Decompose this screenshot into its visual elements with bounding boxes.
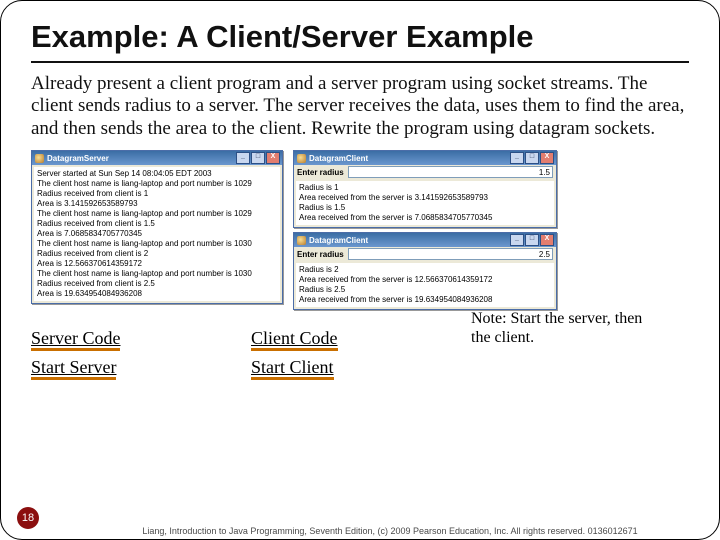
start-server-link[interactable]: Start Server xyxy=(31,358,116,380)
log-line: The client host name is liang-laptop and… xyxy=(37,209,277,219)
client2-log: Radius is 2 Area received from the serve… xyxy=(296,263,554,307)
log-line: Radius received from client is 1.5 xyxy=(37,219,277,229)
maximize-button[interactable]: □ xyxy=(525,152,539,164)
log-line: Radius received from client is 2.5 xyxy=(37,279,277,289)
server-window: DatagramServer _ □ X Server started at S… xyxy=(31,150,283,304)
links-area: Server Code Client Code Start Server Sta… xyxy=(31,310,689,380)
log-line: Area is 19.634954084936208 xyxy=(37,289,277,299)
log-line: Area received from the server is 7.06858… xyxy=(299,213,551,223)
log-line: Radius is 1.5 xyxy=(299,203,551,213)
radius-label: Enter radius xyxy=(297,168,344,177)
client1-window: DatagramClient _ □ X Enter radius Radius… xyxy=(293,150,557,228)
log-line: Radius received from client is 1 xyxy=(37,189,277,199)
slide-title: Example: A Client/Server Example xyxy=(31,19,689,55)
start-client-link[interactable]: Start Client xyxy=(251,358,334,380)
log-line: The client host name is liang-laptop and… xyxy=(37,269,277,279)
screenshots-row: DatagramServer _ □ X Server started at S… xyxy=(31,150,689,310)
client1-titlebar: DatagramClient _ □ X xyxy=(294,151,556,165)
log-line: Radius received from client is 2 xyxy=(37,249,277,259)
client-code-link[interactable]: Client Code xyxy=(251,329,338,351)
log-line: Area received from the server is 12.5663… xyxy=(299,275,551,285)
client2-input-row: Enter radius xyxy=(294,247,556,261)
client-column: DatagramClient _ □ X Enter radius Radius… xyxy=(293,150,557,310)
minimize-button[interactable]: _ xyxy=(510,152,524,164)
log-line: Radius is 1 xyxy=(299,183,551,193)
slide-frame: Example: A Client/Server Example Already… xyxy=(0,0,720,540)
close-button[interactable]: X xyxy=(540,234,554,246)
client1-input-row: Enter radius xyxy=(294,165,556,179)
maximize-button[interactable]: □ xyxy=(251,152,265,164)
server-code-link[interactable]: Server Code xyxy=(31,329,120,351)
body-paragraph: Already present a client program and a s… xyxy=(31,73,689,140)
java-icon xyxy=(297,236,306,245)
log-line: Area received from the server is 3.14159… xyxy=(299,193,551,203)
page-number: 18 xyxy=(17,507,39,529)
client1-log: Radius is 1 Area received from the serve… xyxy=(296,181,554,225)
radius-input[interactable] xyxy=(348,166,553,178)
java-icon xyxy=(35,154,44,163)
log-line: Area received from the server is 19.6349… xyxy=(299,295,551,305)
log-line: Radius is 2.5 xyxy=(299,285,551,295)
footer-citation: Liang, Introduction to Java Programming,… xyxy=(121,527,659,537)
radius-input[interactable] xyxy=(348,248,553,260)
log-line: The client host name is liang-laptop and… xyxy=(37,239,277,249)
minimize-button[interactable]: _ xyxy=(236,152,250,164)
client2-window: DatagramClient _ □ X Enter radius Radius… xyxy=(293,232,557,310)
title-rule xyxy=(31,61,689,63)
log-line: The client host name is liang-laptop and… xyxy=(37,179,277,189)
server-window-title: DatagramServer xyxy=(47,154,233,163)
java-icon xyxy=(297,154,306,163)
radius-label: Enter radius xyxy=(297,250,344,259)
close-button[interactable]: X xyxy=(540,152,554,164)
log-line: Area is 3.141592653589793 xyxy=(37,199,277,209)
log-line: Area is 7.0685834705770345 xyxy=(37,229,277,239)
maximize-button[interactable]: □ xyxy=(525,234,539,246)
client2-window-title: DatagramClient xyxy=(309,236,507,245)
minimize-button[interactable]: _ xyxy=(510,234,524,246)
log-line: Area is 12.566370614359172 xyxy=(37,259,277,269)
client1-window-title: DatagramClient xyxy=(309,154,507,163)
server-column: DatagramServer _ □ X Server started at S… xyxy=(31,150,283,310)
client2-titlebar: DatagramClient _ □ X xyxy=(294,233,556,247)
log-line: Radius is 2 xyxy=(299,265,551,275)
log-line: Server started at Sun Sep 14 08:04:05 ED… xyxy=(37,169,277,179)
server-titlebar: DatagramServer _ □ X xyxy=(32,151,282,165)
note-text: Note: Start the server, then the client. xyxy=(471,310,651,347)
server-log: Server started at Sun Sep 14 08:04:05 ED… xyxy=(34,167,280,301)
close-button[interactable]: X xyxy=(266,152,280,164)
